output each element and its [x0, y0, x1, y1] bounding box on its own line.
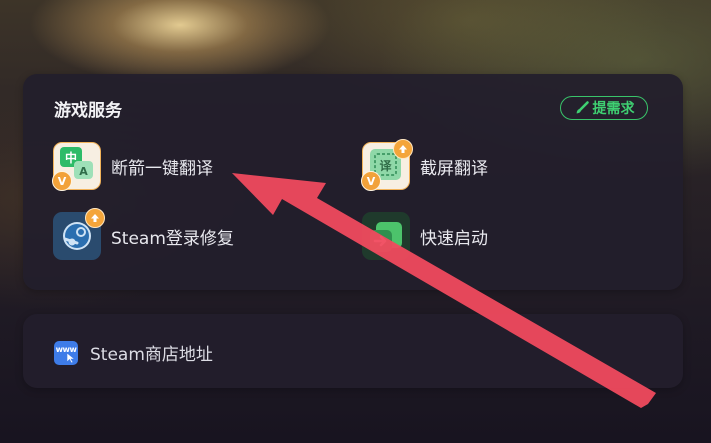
steam-login-fix-label: Steam登录修复 [111, 228, 234, 249]
one-click-translate-label: 断箭一键翻译 [111, 158, 213, 179]
quick-launch-item[interactable]: 快速启动 [362, 212, 488, 260]
request-feature-button[interactable]: 提需求 [560, 96, 648, 120]
translate-app-icon: 中 A V [52, 142, 101, 191]
vip-badge: V [52, 171, 72, 191]
steam-login-fix-item[interactable]: Steam登录修复 [53, 208, 234, 260]
steam-icon [53, 208, 105, 260]
steam-store-link[interactable]: www Steam商店地址 [54, 340, 213, 365]
screenshot-translate-label: 截屏翻译 [420, 158, 488, 179]
vip-badge: V [361, 171, 381, 191]
steam-store-card: www Steam商店地址 [23, 314, 683, 388]
section-title: 游戏服务 [54, 101, 122, 121]
game-services-card: 游戏服务 提需求 中 A V 断箭一键翻译 译 V 截屏翻译 Steam登录修复… [23, 74, 683, 290]
screenshot-translate-icon: 译 V [361, 139, 413, 191]
brush-icon [576, 101, 589, 114]
svg-text:译: 译 [379, 159, 392, 173]
one-click-translate-item[interactable]: 中 A V 断箭一键翻译 [52, 142, 213, 191]
request-button-label: 提需求 [592, 101, 635, 117]
svg-text:A: A [79, 165, 88, 178]
quick-launch-icon [362, 212, 410, 260]
steam-store-label: Steam商店地址 [90, 345, 213, 365]
update-arrow-icon [85, 208, 105, 228]
screenshot-translate-item[interactable]: 译 V 截屏翻译 [361, 139, 488, 191]
www-icon: www [54, 340, 78, 365]
update-arrow-icon [393, 139, 413, 159]
quick-launch-label: 快速启动 [420, 228, 488, 249]
